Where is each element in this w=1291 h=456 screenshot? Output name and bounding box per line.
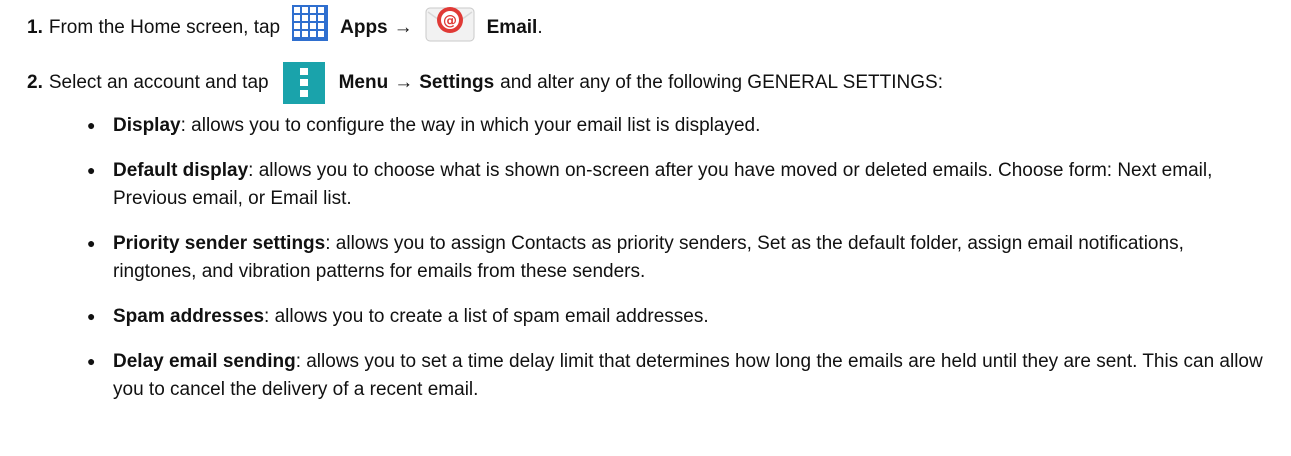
list-item: ● Default display: allows you to choose … [87, 157, 1272, 213]
general-settings-list: ● Display: allows you to configure the w… [87, 112, 1272, 421]
svg-text:@: @ [443, 13, 457, 29]
step-1: 1. From the Home screen, tap Apps → @ Em… [27, 5, 543, 42]
email-app-icon: @ [425, 7, 475, 42]
apps-grid-icon [292, 5, 329, 41]
setting-term: Default display [113, 160, 249, 181]
setting-description: : allows you to create a list of spam em… [264, 306, 709, 327]
setting-term: Spam addresses [113, 306, 265, 327]
step-2-number: 2. [27, 72, 43, 94]
step-1-number: 1. [27, 17, 43, 39]
setting-term: Delay email sending [113, 351, 296, 372]
setting-term: Priority sender settings [113, 233, 326, 254]
menu-icon [282, 62, 325, 104]
arrow-1: → [393, 17, 413, 39]
bullet-icon: ● [87, 235, 96, 251]
email-label: Email [486, 17, 538, 39]
setting-term: Display [113, 115, 181, 136]
step-2-text-after: and alter any of the following GENERAL S… [500, 72, 943, 94]
step-1-end: . [537, 17, 543, 39]
menu-label: Menu [338, 72, 389, 94]
settings-label: Settings [419, 72, 495, 94]
setting-description: : allows you to choose what is shown on-… [113, 160, 1213, 209]
bullet-icon: ● [87, 162, 96, 178]
bullet-icon: ● [87, 353, 96, 369]
step-2: 2. Select an account and tap Menu → Sett… [27, 62, 943, 104]
setting-description: : allows you to configure the way in whi… [180, 115, 761, 136]
list-item: ● Delay email sending: allows you to set… [87, 348, 1272, 404]
arrow-2: → [394, 72, 414, 94]
bullet-icon: ● [87, 117, 96, 133]
step-2-text: Select an account and tap [48, 72, 269, 94]
list-item: ● Priority sender settings: allows you t… [87, 230, 1272, 286]
list-item: ● Display: allows you to configure the w… [87, 112, 1272, 140]
step-1-text: From the Home screen, tap [48, 17, 281, 39]
apps-label: Apps [340, 17, 388, 39]
list-item: ● Spam addresses: allows you to create a… [87, 303, 1272, 331]
bullet-icon: ● [87, 308, 96, 324]
